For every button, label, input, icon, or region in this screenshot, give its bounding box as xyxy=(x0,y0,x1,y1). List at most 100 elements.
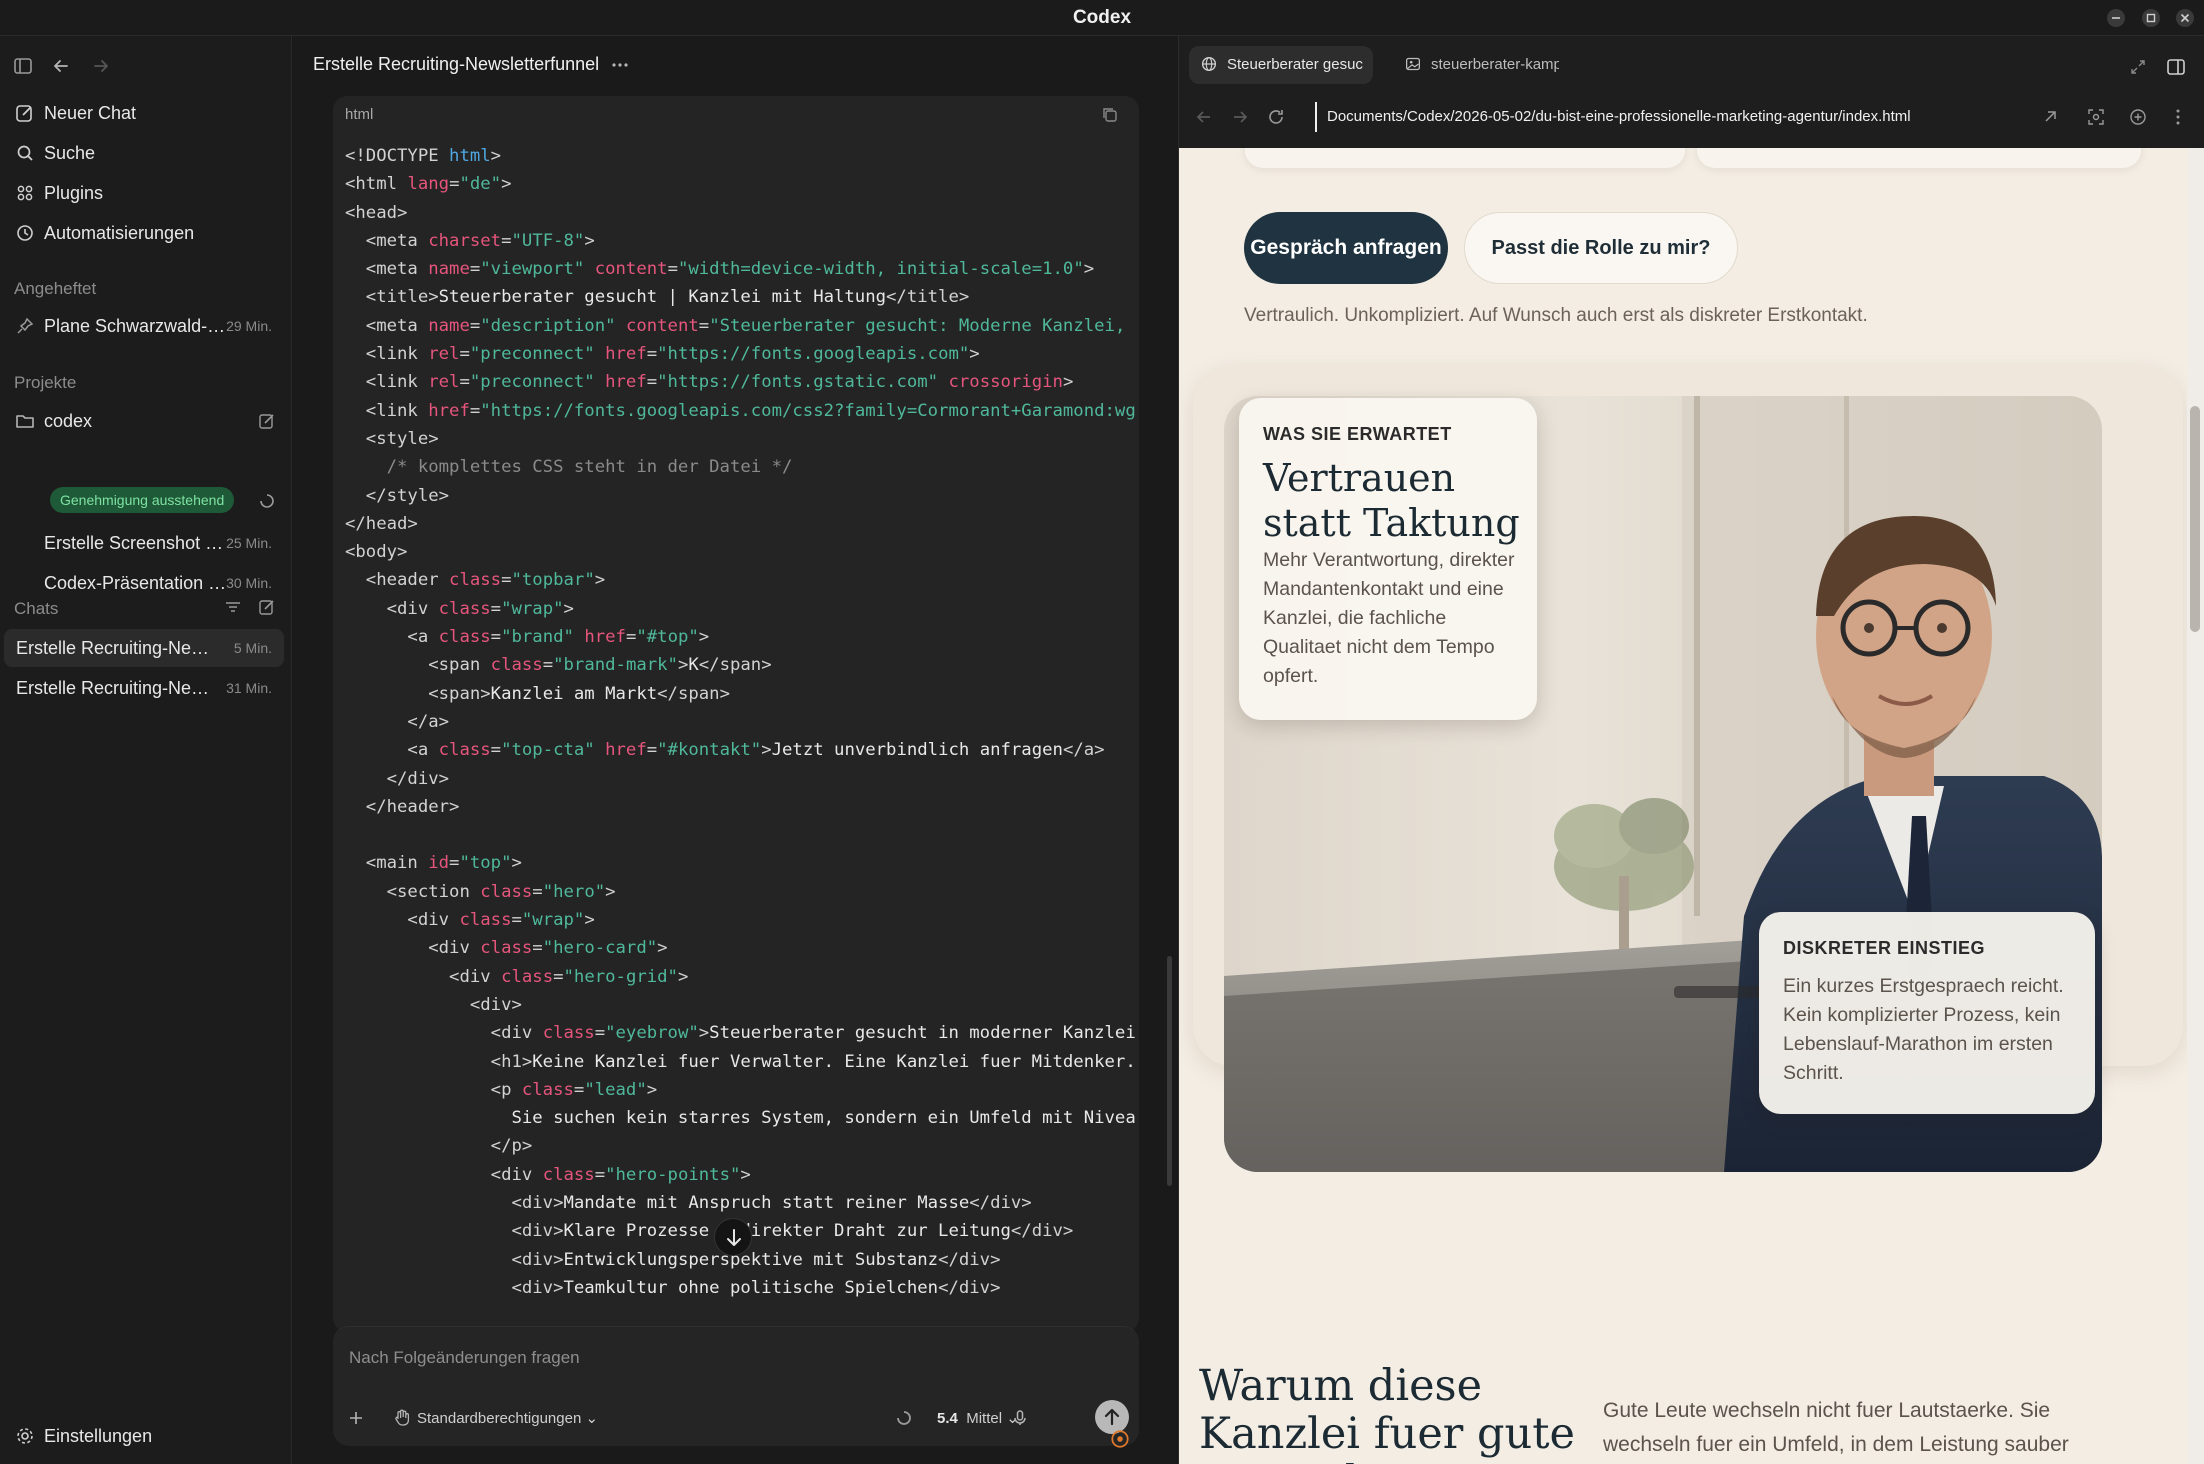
maximize-button[interactable] xyxy=(2141,8,2161,28)
code-token: <link xyxy=(345,400,429,421)
code-token: Mandate mit Anspruch statt reiner Masse xyxy=(563,1192,970,1213)
nav-plugins[interactable]: Plugins xyxy=(8,174,284,212)
minimize-button[interactable] xyxy=(2106,8,2126,28)
request-conversation-button[interactable]: Gespräch anfragen xyxy=(1244,212,1448,284)
code-token: "top-cta" xyxy=(501,740,595,761)
code-line: <div class="hero-grid"> xyxy=(345,963,1139,991)
project-codex[interactable]: codex xyxy=(8,402,284,440)
code-token: = xyxy=(501,230,512,251)
code-token: "hero-points" xyxy=(605,1164,741,1185)
code-line: <main id="top"> xyxy=(345,849,1139,877)
code-token: <h1> xyxy=(345,1051,533,1072)
model-selector[interactable]: 5.4 Mittel ⌄ xyxy=(937,1409,1019,1427)
expand-icon[interactable] xyxy=(2127,56,2149,78)
project-item-screenshot[interactable]: Erstelle Screenshot … 25 Min. xyxy=(8,524,284,562)
filter-icon[interactable] xyxy=(222,596,244,618)
code-token: lang xyxy=(407,174,450,195)
code-line: <meta charset="UTF-8"> xyxy=(345,227,1139,255)
code-token: </header> xyxy=(345,796,460,817)
panel-toggle-icon[interactable] xyxy=(2165,56,2187,78)
chat-item-label: Erstelle Recruiting-Ne… xyxy=(16,638,210,658)
permissions-label: Standardberechtigungen xyxy=(417,1410,582,1427)
code-token: = xyxy=(646,372,658,393)
code-token: <meta xyxy=(345,315,429,336)
scroll-to-bottom-button[interactable] xyxy=(714,1218,752,1256)
code-token: "topbar" xyxy=(511,570,595,591)
browser-panel: Steuerberater gesuc steuerberater-kamp D… xyxy=(1178,36,2204,1464)
tab-label: steuerberater-kamp xyxy=(1431,56,1559,73)
screenshot-icon[interactable] xyxy=(2085,106,2107,128)
reload-icon[interactable] xyxy=(1265,106,1287,128)
hand-icon xyxy=(391,1407,411,1427)
edit-icon[interactable] xyxy=(256,410,278,432)
code-line: <link href="https://fonts.googleapis.com… xyxy=(345,397,1139,425)
code-token: name xyxy=(428,315,470,336)
pinned-item[interactable]: Plane Schwarzwald-… 29 Min. xyxy=(8,307,284,345)
code-line: <link rel="preconnect" href="https://fon… xyxy=(345,340,1139,368)
code-line: </head> xyxy=(345,510,1139,538)
code-token: <div xyxy=(345,1164,543,1185)
add-icon[interactable] xyxy=(345,1407,367,1429)
code-token: "https://fonts.gstatic.com" xyxy=(657,372,939,393)
code-token: > xyxy=(657,938,668,959)
back-arrow-icon[interactable] xyxy=(50,55,72,77)
code-language-label: html xyxy=(345,106,374,123)
code-token: > xyxy=(605,881,616,902)
tab-kampagne[interactable]: steuerberater-kamp xyxy=(1393,46,1559,84)
chat-item-active[interactable]: Erstelle Recruiting-Ne… 5 Min. xyxy=(4,629,284,667)
code-token: "viewport" xyxy=(480,259,585,280)
code-token: <div xyxy=(345,598,439,619)
permissions-dropdown[interactable]: Standardberechtigungen ⌄ xyxy=(417,1409,598,1427)
code-token: = xyxy=(490,740,502,761)
code-token: href xyxy=(605,344,647,365)
code-token: > xyxy=(1062,372,1074,393)
follow-up-input[interactable] xyxy=(349,1345,1109,1371)
code-token: "top" xyxy=(459,853,512,874)
code-token: = xyxy=(594,1164,606,1185)
code-token: > xyxy=(584,910,595,931)
code-token: <main xyxy=(345,853,429,874)
code-token: rel xyxy=(428,372,460,393)
code-token: <meta xyxy=(345,259,429,280)
approval-pending-badge: Genehmigung ausstehend xyxy=(50,487,235,513)
settings-button[interactable]: Einstellungen xyxy=(8,1417,284,1455)
chat-item[interactable]: Erstelle Recruiting-Ne… 31 Min. xyxy=(4,669,284,707)
code-line: <div class="hero-card"> xyxy=(345,934,1139,962)
clock-icon xyxy=(14,222,36,244)
url-bar[interactable]: Documents/Codex/2026-05-02/du-bist-eine-… xyxy=(1315,102,2067,132)
code-token: "hero-card" xyxy=(542,938,658,959)
tab-steuerberater[interactable]: Steuerberater gesuc xyxy=(1189,46,1373,84)
code-token: > xyxy=(677,966,689,987)
page-scrollbar[interactable] xyxy=(2187,148,2204,1464)
role-fit-button[interactable]: Passt die Rolle zu mir? xyxy=(1464,212,1738,284)
nav-new-chat[interactable]: Neuer Chat xyxy=(8,94,284,132)
forward-arrow-icon[interactable] xyxy=(90,55,112,77)
code-token: = xyxy=(511,910,522,931)
kebab-menu-icon[interactable] xyxy=(2167,106,2189,128)
open-external-icon[interactable] xyxy=(2039,106,2061,128)
code-token: href xyxy=(605,740,647,761)
nav-automations[interactable]: Automatisierungen xyxy=(8,214,284,252)
more-options-icon[interactable] xyxy=(609,54,631,76)
browser-forward-icon[interactable] xyxy=(1229,106,1251,128)
microphone-icon[interactable] xyxy=(1009,1407,1031,1429)
chat-scrollbar[interactable] xyxy=(1165,36,1173,1464)
code-token: <div> xyxy=(345,994,522,1015)
page-scrollbar-thumb[interactable] xyxy=(2190,406,2200,632)
code-line: <header class="topbar"> xyxy=(345,566,1139,594)
close-window-button[interactable] xyxy=(2175,8,2195,28)
add-to-chat-icon[interactable] xyxy=(2127,106,2149,128)
code-token: </span> xyxy=(657,683,730,704)
nav-search[interactable]: Suche xyxy=(8,134,284,172)
new-chat-small-icon[interactable] xyxy=(256,596,278,618)
copy-icon[interactable] xyxy=(1099,104,1121,126)
code-token: id xyxy=(428,853,450,874)
model-label: 5.4 xyxy=(937,1410,958,1427)
code-line: <p class="lead"> xyxy=(345,1076,1139,1104)
browser-back-icon[interactable] xyxy=(1193,106,1215,128)
code-token: charset xyxy=(428,230,502,251)
code-token: <meta xyxy=(345,230,429,251)
sidebar-toggle-icon[interactable] xyxy=(12,55,34,77)
